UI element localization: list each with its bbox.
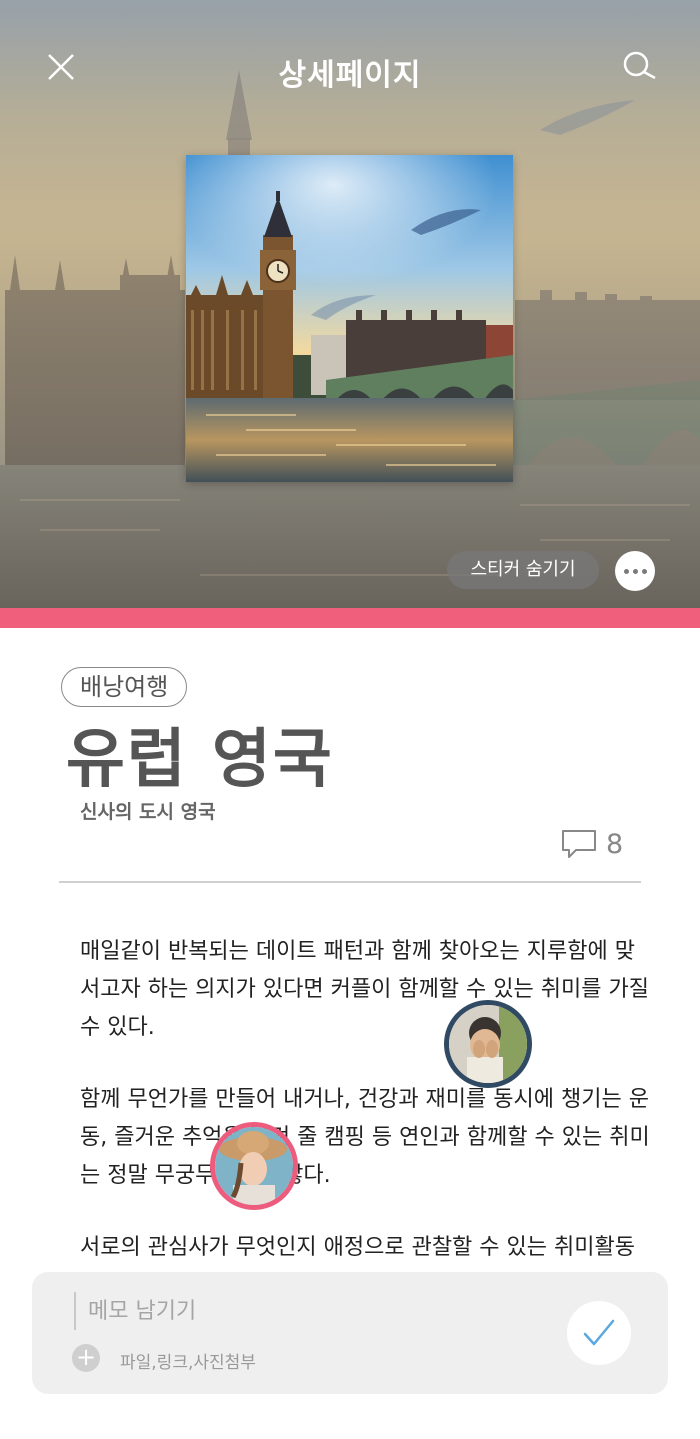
accent-bar xyxy=(0,608,700,628)
category-tag[interactable]: 배낭여행 xyxy=(61,667,188,707)
memo-box: + 파일,링크,사진첨부 xyxy=(32,1272,668,1394)
avatar-photo xyxy=(215,1127,293,1205)
post-subtitle: 신사의 도시 영국 xyxy=(80,801,216,823)
hide-sticker-button[interactable]: 스티커 숨기기 xyxy=(447,551,599,589)
comment-icon xyxy=(562,830,596,858)
more-horizontal-icon xyxy=(623,568,647,574)
attach-label[interactable]: 파일,링크,사진첨부 xyxy=(120,1348,256,1373)
post-photo[interactable] xyxy=(186,155,513,482)
comment-count: 8 xyxy=(606,828,624,860)
avatar-photo xyxy=(449,1005,527,1083)
page-title: 상세페이지 xyxy=(278,58,422,93)
hero-image-area: 상세페이지 스티커 숨기기 xyxy=(0,0,700,610)
search-button[interactable] xyxy=(620,48,658,86)
post-paragraph: 매일같이 반복되는 데이트 패턴과 함께 찾아오는 지루함에 맞서고자 하는 의… xyxy=(80,939,649,1040)
more-options-button[interactable] xyxy=(615,551,655,591)
attach-add-button[interactable]: + xyxy=(72,1344,100,1372)
memo-input[interactable] xyxy=(74,1292,510,1330)
user-avatar-sticker[interactable] xyxy=(210,1122,298,1210)
post-title: 유럽 영국 xyxy=(66,723,334,797)
comment-button[interactable]: 8 xyxy=(560,826,623,862)
plus-icon: + xyxy=(75,1343,97,1371)
post-body: 매일같이 반복되는 데이트 패턴과 함께 찾아오는 지루함에 맞서고자 하는 의… xyxy=(80,933,650,1301)
divider xyxy=(59,881,641,883)
post-paragraph: 서로의 관심사가 무엇인지 애정으로 관찰할 수 있는 취미활동 xyxy=(80,1235,635,1260)
big-ben-photo xyxy=(186,155,513,482)
check-icon xyxy=(583,1319,615,1346)
user-avatar-sticker[interactable] xyxy=(444,1000,532,1088)
post-paragraph: 함께 무언가를 만들어 내거나, 건강과 재미를 동시에 챙기는 운동, 즐거운… xyxy=(80,1087,650,1188)
memo-submit-button[interactable] xyxy=(567,1301,631,1365)
search-icon xyxy=(623,51,656,80)
